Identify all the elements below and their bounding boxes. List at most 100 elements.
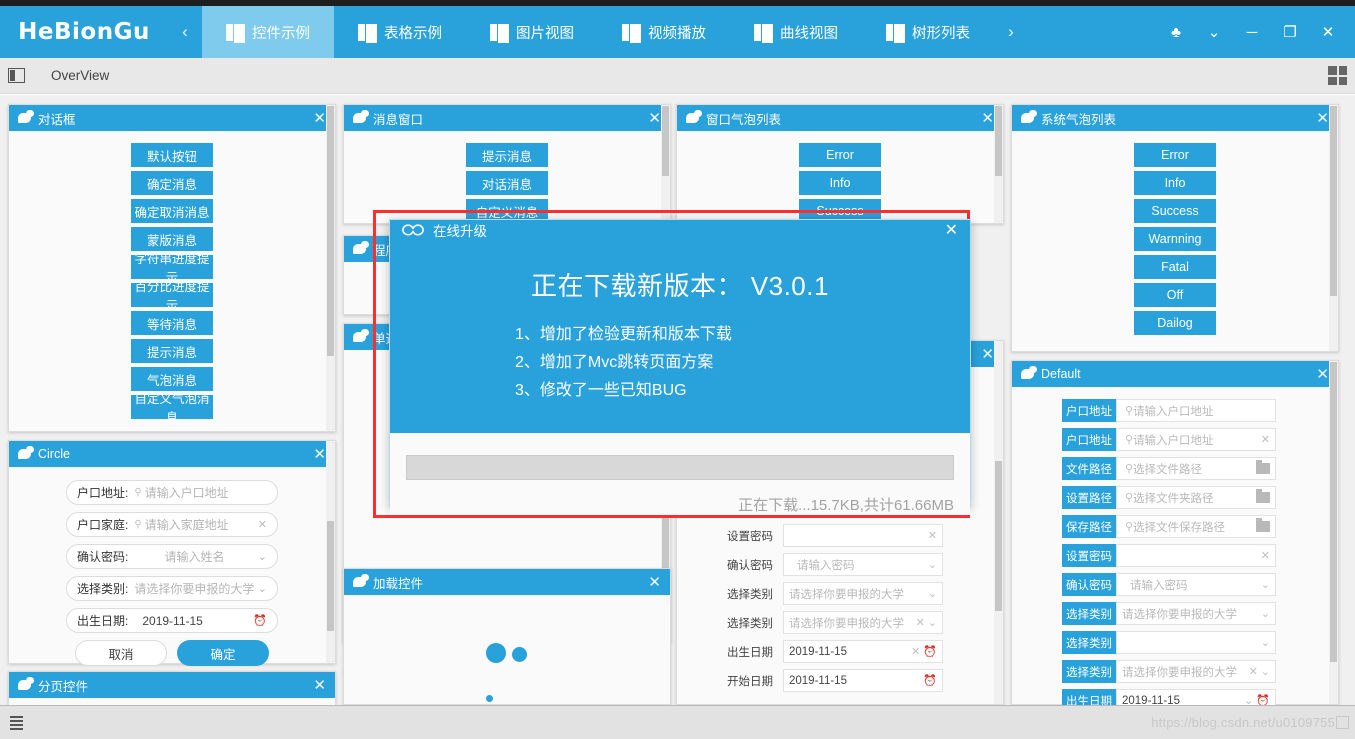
tabs-scroll-left-button[interactable]: ‹	[168, 6, 202, 58]
panel-paging-header[interactable]: 分页控件 ✕	[9, 672, 335, 698]
category-select-clearable[interactable]: 请选择你要申报的大学 ✕ ⌄	[1116, 660, 1276, 683]
clock-icon[interactable]: ⏰	[253, 614, 267, 627]
panel-system-bubble-header[interactable]: 系统气泡列表 ✕	[1012, 105, 1338, 131]
cancel-button[interactable]: 取消	[75, 640, 167, 666]
confirm-button[interactable]: 确定	[177, 640, 269, 666]
set-password-input[interactable]: ✕	[1116, 544, 1276, 567]
chevron-down-icon[interactable]: ⌄	[1197, 12, 1231, 52]
dialog-button-confirm-message[interactable]: 确定消息	[131, 171, 213, 195]
close-icon[interactable]: ✕	[1316, 111, 1329, 126]
category-select[interactable]: 请选择你要申报的大学 ⌄	[1116, 602, 1276, 625]
modal-header[interactable]: 在线升级 ✕	[390, 220, 970, 240]
panel-window-bubble-header[interactable]: 窗口气泡列表 ✕	[677, 105, 1003, 131]
system-button-off[interactable]: Off	[1134, 283, 1216, 307]
close-icon[interactable]: ✕	[648, 111, 661, 126]
clear-icon[interactable]: ✕	[928, 529, 937, 542]
folder-icon[interactable]	[1256, 518, 1270, 532]
category-select[interactable]: 选择类别: 请选择你要申报的大学 ⌄	[66, 576, 278, 601]
bubble-button-info[interactable]: Info	[799, 171, 881, 195]
close-icon[interactable]: ✕	[945, 220, 958, 240]
restore-icon[interactable]: ❐	[1273, 12, 1307, 52]
chevron-down-icon[interactable]: ⌄	[928, 558, 937, 571]
panel-dialog-header[interactable]: 对话框 ✕	[9, 105, 335, 131]
clear-icon[interactable]: ✕	[911, 645, 920, 658]
panel-circle-header[interactable]: Circle ✕	[9, 441, 335, 467]
close-icon[interactable]: ✕	[313, 111, 326, 126]
panel-message-window-header[interactable]: 消息窗口 ✕	[344, 105, 670, 131]
panel-window-bubble-scrollbar[interactable]	[994, 105, 1003, 223]
close-icon[interactable]: ✕	[1311, 12, 1345, 52]
system-button-fatal[interactable]: Fatal	[1134, 255, 1216, 279]
household-address-input[interactable]: 户口地址: ⚲ 请输入户口地址	[66, 480, 278, 505]
confirm-password-input[interactable]: 请输入密码 ⌄	[783, 553, 943, 576]
tab-tree-list[interactable]: R 树形列表	[862, 6, 994, 58]
system-button-dailog[interactable]: Dailog	[1134, 311, 1216, 335]
close-icon[interactable]: ✕	[981, 111, 994, 126]
birthdate-input[interactable]: 出生日期: 2019-11-15 ⏰	[66, 608, 278, 633]
tab-image-view[interactable]: I 图片视图	[466, 6, 598, 58]
set-password-input[interactable]: ✕	[783, 524, 943, 547]
dialog-button-wait-message[interactable]: 等待消息	[131, 311, 213, 335]
chevron-down-icon[interactable]: ⌄	[258, 550, 267, 563]
dialog-button-default[interactable]: 默认按钮	[131, 143, 213, 167]
settings-path-input[interactable]: ⚲ 选择文件夹路径	[1116, 486, 1276, 509]
message-button-dialog[interactable]: 对话消息	[466, 171, 548, 195]
household-address-clearable-input[interactable]: ⚲ 请输入户口地址 ✕	[1116, 428, 1276, 451]
household-address-input[interactable]: ⚲ 请输入户口地址	[1116, 399, 1276, 422]
close-icon[interactable]: ✕	[648, 575, 661, 590]
panel-system-bubble-scrollbar[interactable]	[1329, 105, 1338, 351]
panel-dialog-scrollbar[interactable]	[326, 105, 335, 431]
clock-icon[interactable]: ⏰	[923, 674, 937, 687]
clear-icon[interactable]: ✕	[916, 616, 925, 629]
dialog-button-percent-progress[interactable]: 百分比进度提示	[131, 280, 213, 313]
category-select-empty[interactable]: ⌄	[1116, 631, 1276, 654]
minimize-icon[interactable]: ─	[1235, 12, 1269, 52]
chevron-down-icon[interactable]: ⌄	[1261, 607, 1270, 620]
system-button-warnning[interactable]: Warnning	[1134, 227, 1216, 251]
confirm-password-input[interactable]: 确认密码: 请输入姓名 ⌄	[66, 544, 278, 569]
close-icon[interactable]: ✕	[313, 678, 326, 693]
close-icon[interactable]: ✕	[313, 447, 326, 462]
tabs-scroll-right-button[interactable]: ›	[994, 6, 1028, 58]
clear-icon[interactable]: ✕	[1261, 433, 1270, 446]
category-select-clearable[interactable]: 请选择你要申报的大学 ✕ ⌄	[783, 611, 943, 634]
system-button-info[interactable]: Info	[1134, 171, 1216, 195]
clear-icon[interactable]: ✕	[1249, 665, 1258, 678]
system-button-error[interactable]: Error	[1134, 143, 1216, 167]
panel-default-scrollbar[interactable]	[1329, 361, 1338, 704]
folder-icon[interactable]	[1256, 489, 1270, 503]
chevron-down-icon[interactable]: ⌄	[1261, 578, 1270, 591]
chevron-down-icon[interactable]: ⌄	[1261, 636, 1270, 649]
chevron-down-icon[interactable]: ⌄	[928, 587, 937, 600]
chevron-down-icon[interactable]: ⌄	[928, 616, 937, 629]
skin-icon[interactable]: ♣	[1159, 12, 1193, 52]
dialog-button-confirm-cancel-message[interactable]: 确定取消消息	[131, 199, 213, 223]
clear-icon[interactable]: ✕	[1261, 549, 1270, 562]
close-icon[interactable]: ✕	[981, 347, 994, 362]
tab-curve-view[interactable]: C 曲线视图	[730, 6, 862, 58]
dialog-button-custom-bubble-message[interactable]: 自定义气泡消息	[131, 392, 213, 425]
dialog-button-tip-message[interactable]: 提示消息	[131, 339, 213, 363]
save-path-input[interactable]: ⚲ 选择文件保存路径	[1116, 515, 1276, 538]
chevron-down-icon[interactable]: ⌄	[1261, 665, 1270, 678]
family-address-input[interactable]: 户口家庭: ⚲ 请输入家庭地址 ✕	[66, 512, 278, 537]
panel-message-window-scrollbar[interactable]	[661, 105, 670, 223]
list-lines-icon[interactable]	[10, 715, 23, 730]
panel-hidden-form-scrollbar[interactable]	[994, 341, 1003, 704]
message-button-tip[interactable]: 提示消息	[466, 143, 548, 167]
tab-table-examples[interactable]: T 表格示例	[334, 6, 466, 58]
layout-panel-icon[interactable]	[8, 68, 25, 83]
confirm-password-input[interactable]: 请输入密码 ⌄	[1116, 573, 1276, 596]
close-icon[interactable]: ✕	[1316, 367, 1329, 382]
panel-circle-scrollbar[interactable]	[326, 441, 335, 663]
birthdate-input[interactable]: 2019-11-15 ✕ ⏰	[783, 640, 943, 663]
clear-icon[interactable]: ✕	[258, 518, 267, 531]
file-path-input[interactable]: ⚲ 选择文件路径	[1116, 457, 1276, 480]
tab-video-play[interactable]: V 视频播放	[598, 6, 730, 58]
grid-view-icon[interactable]	[1328, 66, 1347, 85]
tab-widget-examples[interactable]: W 控件示例	[202, 6, 334, 58]
panel-default-header[interactable]: Default ✕	[1012, 361, 1338, 387]
clock-icon[interactable]: ⏰	[923, 645, 937, 658]
panel-loading-header[interactable]: 加载控件 ✕	[344, 569, 670, 595]
category-select[interactable]: 请选择你要申报的大学 ⌄	[783, 582, 943, 605]
